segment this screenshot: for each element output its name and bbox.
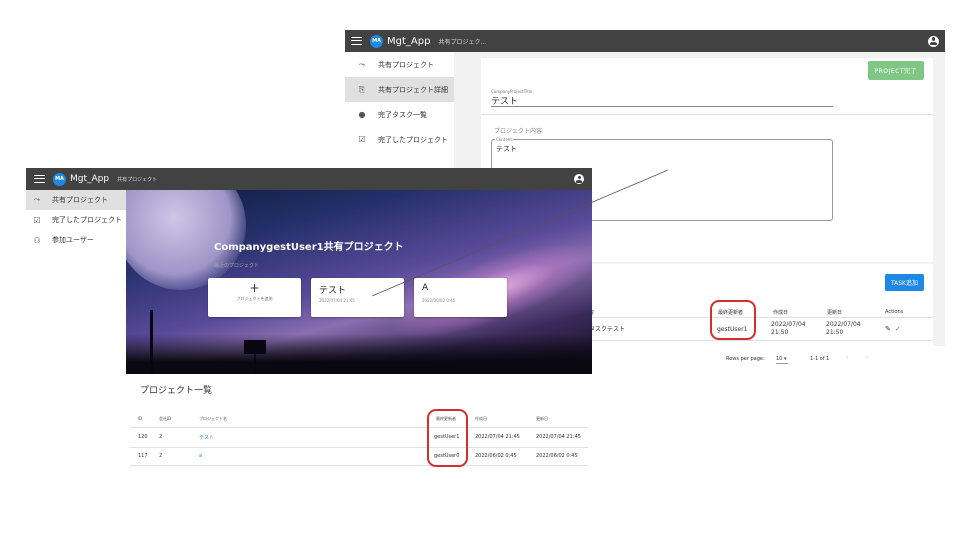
divider — [581, 340, 933, 341]
sidebar-item-completed-projects[interactable]: ☑ 完了したプロジェクト — [26, 210, 126, 230]
app-avatar: MA — [53, 172, 66, 186]
highlight-marker — [710, 300, 756, 340]
check-circle-icon: ● — [358, 110, 366, 119]
updated-cell: 2022/06/02 0:45 — [536, 453, 578, 459]
sidebar-item-shared-projects[interactable]: ⤳ 共有プロジェクト — [345, 52, 454, 77]
menu-icon[interactable] — [34, 175, 45, 183]
rows-per-page-label: Rows per page: — [726, 356, 765, 362]
sidebar-item-label: 完了タスク一覧 — [378, 110, 427, 119]
pagination-range: 1-1 of 1 — [810, 356, 830, 362]
add-project-label: プロジェクトを追加 — [236, 296, 273, 301]
app-title[interactable]: Mgt_App — [387, 36, 430, 47]
company-id-cell: 2 — [159, 453, 163, 459]
sidebar-item-label: 共有プロジェクト — [52, 196, 108, 204]
project-name-link[interactable]: テスト — [199, 434, 214, 441]
col-header-id: ID — [138, 416, 143, 421]
rows-per-page-value: 10 — [776, 356, 783, 362]
sidebar-item-label: 完了したプロジェクト — [52, 216, 122, 224]
street-pole — [150, 310, 153, 374]
col-header-created: 作成日 — [475, 416, 487, 421]
sidebar-item-project-detail[interactable]: ⎘ 共有プロジェクト詳細 — [345, 77, 454, 102]
col-header-actions: Actions — [885, 309, 904, 315]
hero-banner: CompanygestUser1共有プロジェクト 最近のプロジェクト + プロジ… — [126, 190, 592, 374]
menu-icon[interactable] — [351, 37, 362, 45]
sidebar-item-label: 完了したプロジェクト — [378, 135, 448, 144]
col-header-project-name: プロジェクト名 — [199, 416, 227, 421]
id-cell: 117 — [138, 453, 148, 459]
sidebar-item-completed-tasks[interactable]: ● 完了タスク一覧 — [345, 102, 454, 127]
ground-silhouette — [126, 334, 592, 374]
created-cell: 2022/07/04 21:45 — [475, 434, 520, 440]
title-underline — [491, 106, 833, 107]
add-project-card[interactable]: + プロジェクトを追加 — [208, 278, 301, 317]
id-cell: 120 — [138, 434, 148, 440]
handshake-icon: ⤳ — [358, 59, 366, 69]
divider — [130, 427, 588, 428]
prev-page-icon[interactable]: ‹ — [846, 354, 848, 362]
sidebar: ⤳ 共有プロジェクト ☑ 完了したプロジェクト ⚇ 参加ユーザー — [26, 190, 126, 274]
project-detail-icon: ⎘ — [358, 84, 366, 94]
sidebar-item-participants[interactable]: ⚇ 参加ユーザー — [26, 230, 126, 250]
app-avatar: MA — [370, 34, 383, 48]
sidebar-item-label: 共有プロジェクト — [378, 60, 434, 69]
divider — [130, 447, 588, 448]
divider — [581, 317, 933, 318]
project-card-title: テスト — [319, 286, 347, 296]
updated-cell: 2022/07/04 21:50 — [826, 321, 861, 336]
project-card-title: A — [422, 283, 429, 293]
project-card[interactable]: A 2022/06/02 0:45 — [414, 278, 507, 317]
breadcrumb: 共有プロジェク... — [438, 38, 487, 46]
project-card-date: 2022/07/04 21:45 — [319, 298, 355, 303]
recent-projects-label: 最近のプロジェクト — [214, 263, 260, 269]
sidebar-item-completed-projects[interactable]: ☑ 完了したプロジェクト — [345, 127, 454, 152]
sign-post — [254, 354, 256, 374]
task-add-button[interactable]: TASK追加 — [884, 274, 924, 291]
sidebar-item-label: 参加ユーザー — [52, 236, 94, 244]
sidebar-item-shared-projects[interactable]: ⤳ 共有プロジェクト — [26, 190, 126, 210]
content-field-label: Content — [495, 137, 513, 142]
calendar-check-icon: ☑ — [358, 135, 366, 144]
updated-cell: 2022/07/04 21:45 — [536, 434, 581, 440]
created-cell: 2022/07/04 21:50 — [771, 321, 806, 336]
content-value: テスト — [496, 145, 517, 153]
sign-silhouette — [244, 340, 266, 354]
shared-projects-window: MA Mgt_App 共有プロジェクト ⤳ 共有プロジェクト ☑ 完了したプロジ… — [26, 168, 592, 468]
company-id-cell: 2 — [159, 434, 163, 440]
sidebar-item-label: 共有プロジェクト詳細 — [378, 85, 448, 94]
top-app-bar: MA Mgt_App 共有プロジェク... — [345, 30, 945, 52]
project-list-title: プロジェクト一覧 — [140, 386, 213, 396]
account-icon[interactable] — [928, 35, 939, 47]
project-card-date: 2022/06/02 0:45 — [422, 298, 456, 303]
next-page-icon[interactable]: › — [866, 354, 868, 362]
account-icon[interactable] — [574, 174, 584, 184]
col-header-created: 作成日 — [773, 310, 789, 316]
check-icon[interactable]: ✓ — [895, 325, 901, 333]
top-app-bar: MA Mgt_App 共有プロジェクト — [26, 168, 592, 190]
group-icon: ⚇ — [33, 235, 41, 245]
project-complete-button[interactable]: PROJECT完了 — [867, 61, 924, 80]
col-header-updated: 更新日 — [536, 416, 548, 421]
divider — [130, 465, 588, 466]
col-header-updated: 更新日 — [827, 310, 843, 316]
plus-icon: + — [249, 281, 260, 295]
handshake-icon: ⤳ — [33, 195, 41, 204]
created-cell: 2022/06/02 0:45 — [475, 453, 517, 459]
content-section-label: プロジェクト内容 — [494, 128, 543, 135]
edit-icon[interactable]: ✎ — [885, 325, 891, 333]
rows-per-page-select[interactable]: 10 ▾ — [776, 355, 789, 364]
breadcrumb: 共有プロジェクト — [117, 176, 158, 183]
highlight-marker — [427, 409, 468, 467]
app-title[interactable]: Mgt_App — [70, 174, 109, 184]
col-header-company-id: 会社ID — [159, 416, 172, 421]
divider — [481, 114, 933, 115]
project-name-link[interactable]: a — [199, 453, 202, 459]
calendar-check-icon: ☑ — [33, 215, 41, 225]
hero-title: CompanygestUser1共有プロジェクト — [214, 242, 404, 253]
project-card[interactable]: テスト 2022/07/04 21:45 — [311, 278, 404, 317]
task-name-cell: タスクテスト — [589, 326, 626, 333]
